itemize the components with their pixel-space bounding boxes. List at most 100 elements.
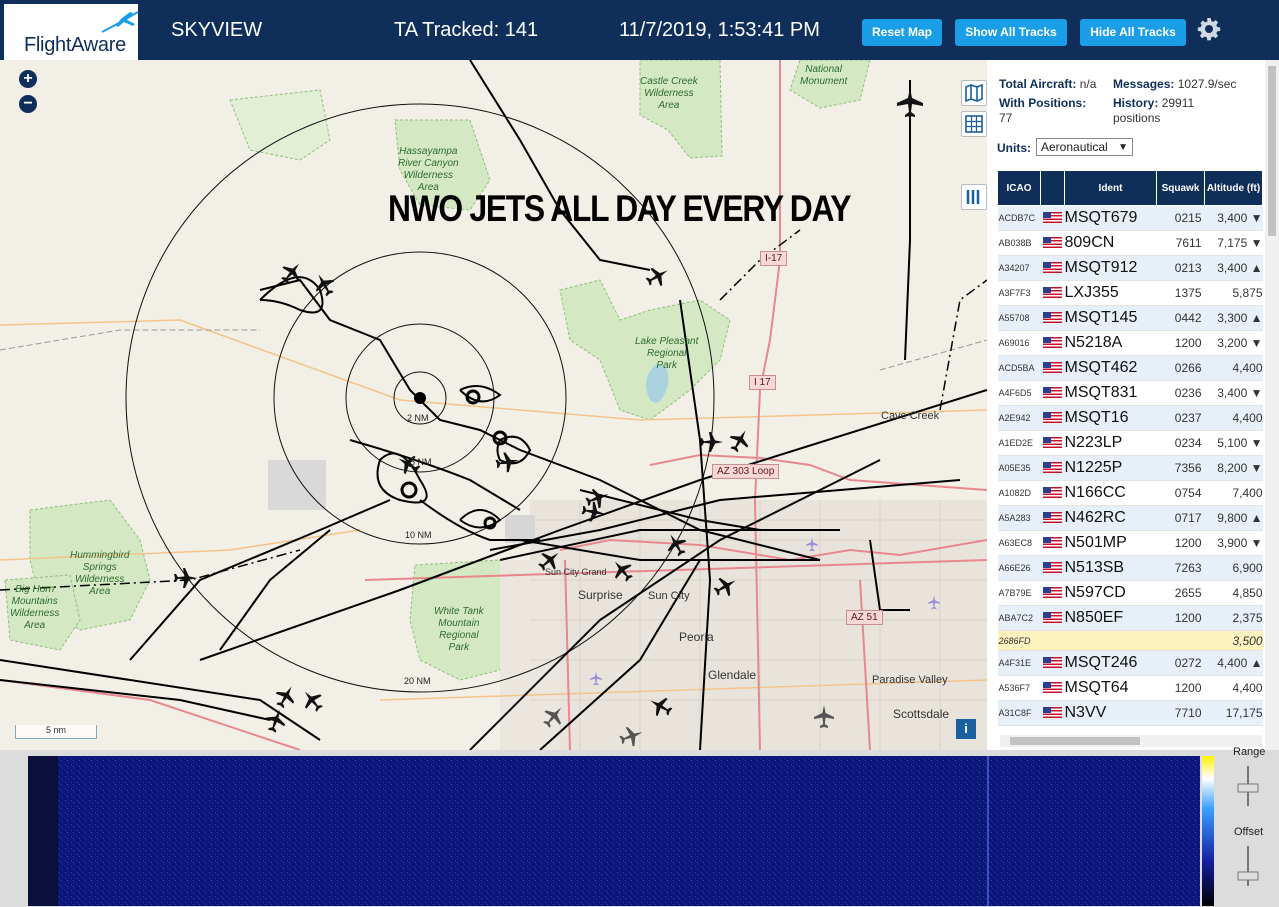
table-row[interactable]: AB038B 809CN 7611 7,175 ▼ bbox=[997, 230, 1263, 256]
col-header-icao[interactable]: ICAO bbox=[997, 170, 1041, 206]
altitude-cell: 3,300 ▲ bbox=[1204, 305, 1263, 331]
units-select[interactable]: Aeronautical ▼ bbox=[1036, 138, 1133, 156]
table-row[interactable]: A3F7F3 LXJ355 1375 5,875 bbox=[997, 280, 1263, 306]
map-basemap bbox=[0, 60, 987, 750]
table-row[interactable]: A66E26 N513SB 7263 6,900 bbox=[997, 555, 1263, 581]
map-area-label: Big Horn Mountains Wilderness Area bbox=[10, 584, 60, 631]
table-row[interactable]: A2E942 MSQT16 0237 4,400 bbox=[997, 405, 1263, 431]
map-icon bbox=[965, 83, 983, 103]
columns-toggle-button[interactable] bbox=[961, 184, 987, 210]
scroll-thumb[interactable] bbox=[1010, 737, 1140, 745]
waterfall-panel: Range Offset bbox=[0, 746, 1279, 907]
table-row[interactable]: A4F6D5 MSQT831 0236 3,400 ▼ bbox=[997, 380, 1263, 406]
zoom-in-button[interactable]: + bbox=[19, 70, 37, 88]
hide-all-tracks-button[interactable]: Hide All Tracks bbox=[1080, 19, 1186, 46]
flag-cell bbox=[1040, 230, 1065, 256]
table-row[interactable]: A69016 N5218A 1200 3,200 ▼ bbox=[997, 330, 1263, 356]
us-flag-icon bbox=[1043, 312, 1062, 324]
flightaware-logo[interactable]: FlightAware bbox=[4, 4, 139, 60]
city-label: Sun City Grand bbox=[545, 567, 607, 577]
altitude-cell: 3,400 ▲ bbox=[1204, 255, 1263, 281]
squawk-cell: 0236 bbox=[1156, 380, 1205, 406]
flag-cell bbox=[1040, 555, 1065, 581]
altitude-cell: 5,100 ▼ bbox=[1204, 430, 1263, 456]
table-row[interactable]: A5A283 N462RC 0717 9,800 ▲ bbox=[997, 505, 1263, 531]
range-slider[interactable] bbox=[1236, 762, 1260, 810]
altitude-cell: 4,400 ▲ bbox=[1204, 650, 1263, 676]
units-label: Units: bbox=[997, 141, 1031, 155]
altitude-cell: 4,400 bbox=[1204, 405, 1263, 431]
map-layers-button[interactable] bbox=[961, 80, 987, 106]
ident-cell: MSQT831 bbox=[1064, 380, 1157, 406]
reset-map-button[interactable]: Reset Map bbox=[862, 19, 942, 46]
flag-cell bbox=[1040, 255, 1065, 281]
zoom-out-button[interactable]: − bbox=[19, 95, 37, 113]
table-row[interactable]: A536F7 MSQT64 1200 4,400 bbox=[997, 675, 1263, 701]
table-row[interactable]: A31C8F N3VV 7710 17,175 bbox=[997, 700, 1263, 726]
gear-icon[interactable] bbox=[1197, 17, 1221, 41]
ident-cell: N1225P bbox=[1064, 455, 1157, 481]
show-all-tracks-button[interactable]: Show All Tracks bbox=[955, 19, 1067, 46]
city-label: Surprise bbox=[578, 588, 623, 602]
tracked-count: TA Tracked: 141 bbox=[394, 19, 539, 41]
map-area-label: Castle Creek Wilderness Area bbox=[640, 76, 698, 111]
altitude-cell: 5,875 bbox=[1204, 280, 1263, 306]
table-row[interactable]: A55708 MSQT145 0442 3,300 ▲ bbox=[997, 305, 1263, 331]
ident-cell: N462RC bbox=[1064, 505, 1157, 531]
ident-cell: MSQT679 bbox=[1064, 205, 1157, 231]
waterfall-colorbar bbox=[1202, 756, 1214, 906]
city-label: Sun City bbox=[648, 590, 690, 602]
ident-cell: N850EF bbox=[1064, 605, 1157, 631]
col-header-ident[interactable]: Ident bbox=[1064, 170, 1157, 206]
map-grid-button[interactable] bbox=[961, 111, 987, 137]
us-flag-icon bbox=[1043, 237, 1062, 249]
scroll-thumb[interactable] bbox=[1268, 66, 1276, 236]
us-flag-icon bbox=[1043, 657, 1062, 669]
offset-slider[interactable] bbox=[1236, 842, 1260, 890]
squawk-cell: 0442 bbox=[1156, 305, 1205, 331]
icao-cell: ACDB7C bbox=[997, 205, 1041, 231]
table-row[interactable]: A1082D N166CC 0754 7,400 bbox=[997, 480, 1263, 506]
city-label: Paradise Valley bbox=[872, 674, 948, 686]
horizontal-scrollbar[interactable] bbox=[1000, 735, 1262, 747]
icao-cell: A4F6D5 bbox=[997, 380, 1041, 406]
ident-cell: MSQT246 bbox=[1064, 650, 1157, 676]
altitude-cell: 3,400 ▼ bbox=[1204, 205, 1263, 231]
us-flag-icon bbox=[1043, 562, 1062, 574]
icao-cell: ABA7C2 bbox=[997, 605, 1041, 631]
table-row[interactable]: A7B79E N597CD 2655 4,850 bbox=[997, 580, 1263, 606]
table-row[interactable]: ACD5BA MSQT462 0266 4,400 bbox=[997, 355, 1263, 381]
ident-cell: MSQT145 bbox=[1064, 305, 1157, 331]
range-label: Range bbox=[1233, 746, 1266, 758]
squawk-cell: 0717 bbox=[1156, 505, 1205, 531]
map-view[interactable]: + − NWO JETS ALL DAY EVERY DAY National … bbox=[0, 60, 987, 750]
table-row[interactable]: A1ED2E N223LP 0234 5,100 ▼ bbox=[997, 430, 1263, 456]
squawk-cell bbox=[1156, 630, 1205, 651]
col-header-altitude[interactable]: Altitude (ft) bbox=[1204, 170, 1263, 206]
top-header: FlightAware SKYVIEW TA Tracked: 141 11/7… bbox=[0, 0, 1279, 60]
table-row[interactable]: A63EC8 N501MP 1200 3,900 ▼ bbox=[997, 530, 1263, 556]
icao-cell: A5A283 bbox=[997, 505, 1041, 531]
info-icon[interactable]: i bbox=[956, 719, 976, 739]
table-row[interactable]: ACDB7C MSQT679 0215 3,400 ▼ bbox=[997, 205, 1263, 231]
us-flag-icon bbox=[1043, 212, 1062, 224]
table-row[interactable]: A4F31E MSQT246 0272 4,400 ▲ bbox=[997, 650, 1263, 676]
table-row[interactable]: 2686FD 3,500 bbox=[997, 630, 1263, 651]
table-row[interactable]: A05E35 N1225P 7356 8,200 ▼ bbox=[997, 455, 1263, 481]
col-header-squawk[interactable]: Squawk bbox=[1156, 170, 1205, 206]
squawk-cell: 1200 bbox=[1156, 675, 1205, 701]
squawk-cell: 0272 bbox=[1156, 650, 1205, 676]
ident-cell: MSQT16 bbox=[1064, 405, 1157, 431]
flag-cell bbox=[1040, 280, 1065, 306]
ident-cell: N223LP bbox=[1064, 430, 1157, 456]
altitude-cell: 17,175 bbox=[1204, 700, 1263, 726]
table-row[interactable]: A34207 MSQT912 0213 3,400 ▲ bbox=[997, 255, 1263, 281]
icao-cell: A69016 bbox=[997, 330, 1041, 356]
ident-cell: MSQT64 bbox=[1064, 675, 1157, 701]
col-header-flag[interactable] bbox=[1040, 170, 1065, 206]
range-ring-label: 20 NM bbox=[404, 676, 431, 686]
table-row[interactable]: ABA7C2 N850EF 1200 2,375 bbox=[997, 605, 1263, 631]
vertical-scrollbar[interactable] bbox=[1265, 60, 1279, 750]
ident-cell: N513SB bbox=[1064, 555, 1157, 581]
range-ring-label: 10 NM bbox=[405, 530, 432, 540]
